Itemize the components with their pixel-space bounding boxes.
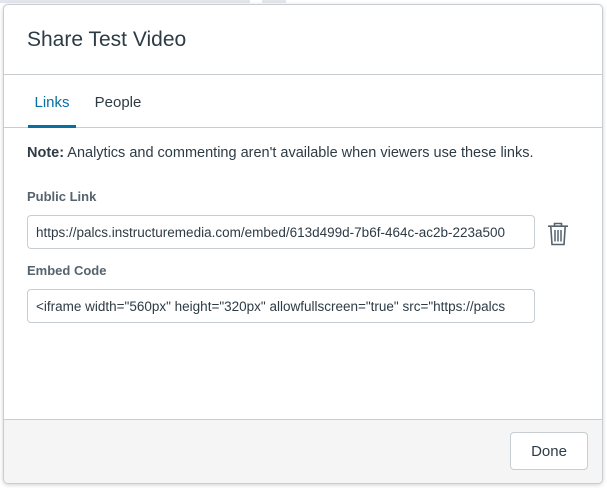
note-prefix: Note:	[27, 145, 65, 161]
background-page-edge	[0, 0, 250, 3]
dialog-title: Share Test Video	[27, 27, 187, 51]
tab-list: Links People	[4, 76, 602, 128]
tab-people[interactable]: People	[90, 76, 146, 128]
background-page-edge	[262, 0, 286, 3]
public-link-field[interactable]: https://palcs.instructuremedia.com/embed…	[27, 215, 535, 249]
note-text: Note: Analytics and commenting aren't av…	[27, 145, 534, 161]
note-body: Analytics and commenting aren't availabl…	[64, 145, 534, 161]
share-dialog: Share Test Video Links People Note: Anal…	[3, 4, 603, 484]
trash-icon	[548, 222, 568, 246]
public-link-label: Public Link	[27, 189, 97, 204]
embed-code-label: Embed Code	[27, 263, 107, 278]
done-button[interactable]: Done	[510, 432, 588, 470]
tab-links-label: Links	[34, 93, 70, 111]
embed-code-field[interactable]: <iframe width="560px" height="320px" all…	[27, 289, 535, 323]
delete-link-button[interactable]	[545, 219, 571, 249]
dialog-header: Share Test Video	[4, 5, 602, 75]
page: Share Test Video Links People Note: Anal…	[0, 0, 607, 490]
tab-links[interactable]: Links	[28, 76, 76, 128]
dialog-footer: Done	[4, 419, 602, 483]
tab-people-label: People	[94, 93, 142, 111]
